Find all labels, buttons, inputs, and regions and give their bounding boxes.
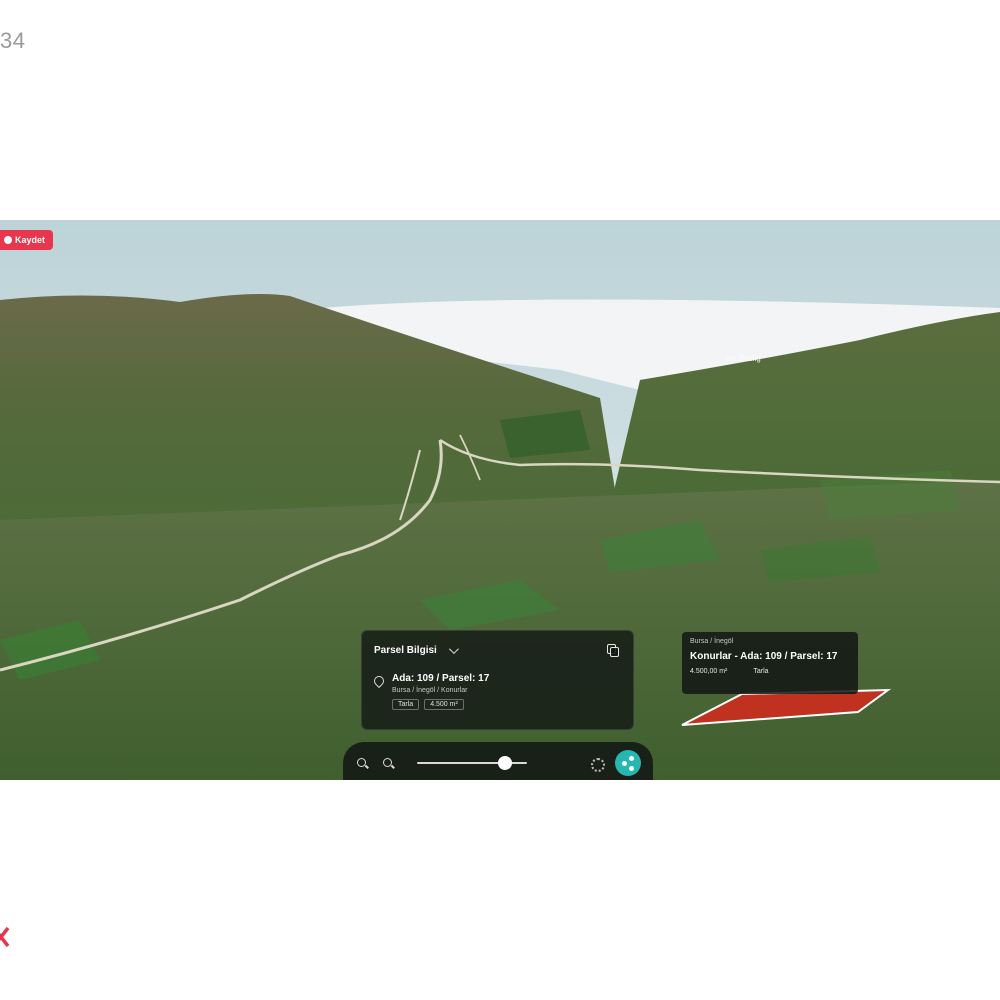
save-badge-label: Kaydet xyxy=(15,235,46,245)
map-toolbar xyxy=(343,742,653,780)
chevron-down-icon[interactable] xyxy=(448,643,459,654)
share-icon[interactable] xyxy=(615,750,641,776)
zoom-in-icon[interactable] xyxy=(355,756,369,770)
zoom-out-icon[interactable] xyxy=(381,756,395,770)
parcel-panel-header[interactable]: Parsel Bilgisi xyxy=(362,631,633,669)
close-icon[interactable] xyxy=(0,924,10,950)
corner-number: 34 xyxy=(0,28,26,53)
tooltip-type: Tarla xyxy=(753,668,769,675)
parcel-location: Bursa / İnegöl / Konurlar xyxy=(392,687,468,694)
tooltip-location: Bursa / İnegöl xyxy=(690,638,734,645)
tooltip-title: Konurlar - Ada: 109 / Parsel: 17 xyxy=(690,651,838,662)
parcel-type-tag: Tarla xyxy=(392,699,420,710)
parcel-panel-title: Parsel Bilgisi xyxy=(374,644,437,656)
zoom-slider-thumb[interactable] xyxy=(498,756,512,770)
zoom-slider[interactable] xyxy=(417,756,527,770)
parcel-area-tag: 4.500 m² xyxy=(424,699,464,710)
record-icon xyxy=(4,236,12,244)
settings-icon[interactable] xyxy=(589,756,605,772)
pin-icon xyxy=(371,673,387,689)
tooltip-area: 4.500,00 m² xyxy=(690,668,728,675)
copy-icon[interactable] xyxy=(605,642,621,658)
save-badge[interactable]: Kaydet xyxy=(0,230,54,250)
parcel-tooltip: Bursa / İnegöl Konurlar - Ada: 109 / Par… xyxy=(682,632,858,694)
parcel-number: Ada: 109 / Parsel: 17 xyxy=(392,673,490,684)
page: 34 Kaydet Ilm Baslig Parsel Bilgisi Ada:… xyxy=(0,0,1000,1000)
place-label: Ilm Baslig xyxy=(726,354,761,363)
map-3d-viewer[interactable]: Kaydet Ilm Baslig Parsel Bilgisi Ada: 10… xyxy=(0,220,1000,780)
parcel-panel-body: Ada: 109 / Parsel: 17 Bursa / İnegöl / K… xyxy=(362,669,633,714)
parcel-info-panel: Parsel Bilgisi Ada: 109 / Parsel: 17 Bur… xyxy=(361,630,634,730)
